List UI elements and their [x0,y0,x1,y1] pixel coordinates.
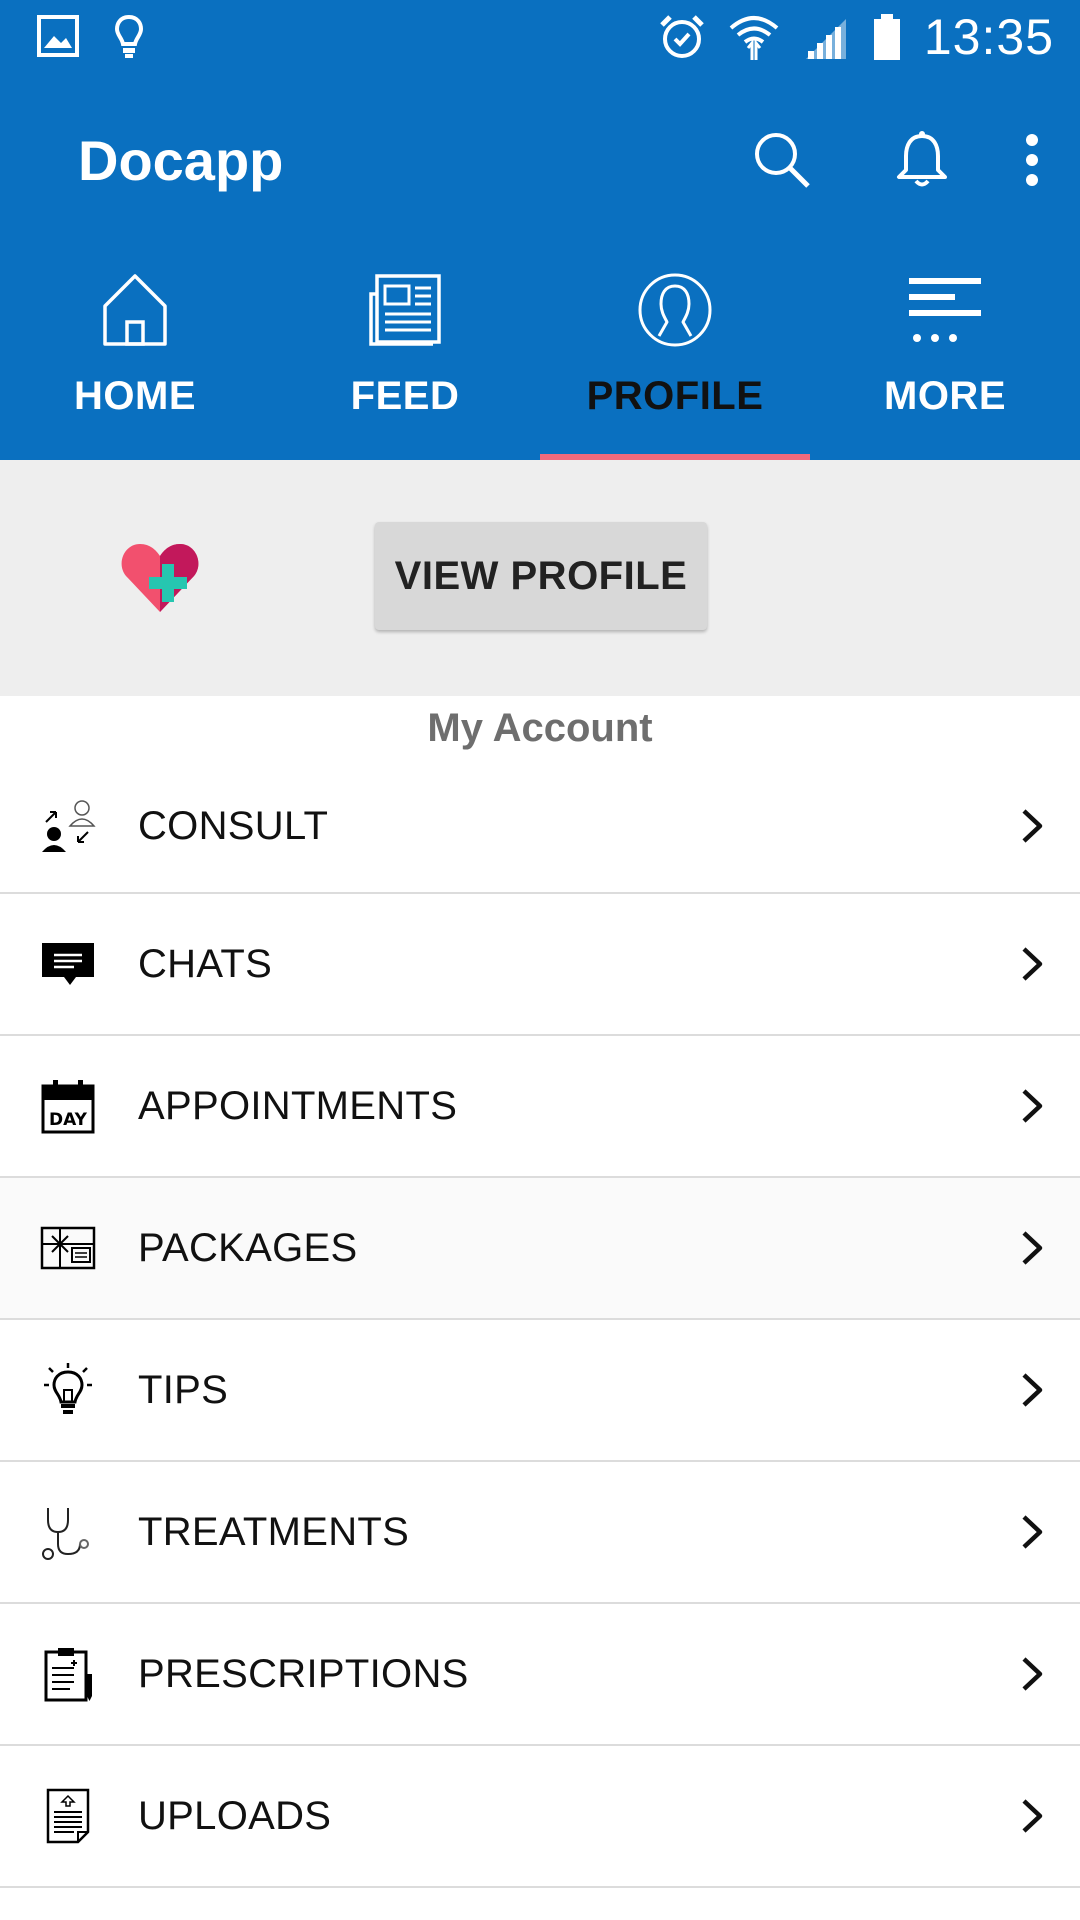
lightbulb-icon [38,1360,98,1420]
feed-icon [367,268,443,352]
tab-home[interactable]: HOME [0,240,270,460]
tab-profile[interactable]: PROFILE [540,240,810,460]
menu-item-label: PRESCRIPTIONS [138,1651,469,1696]
svg-text:DAY: DAY [49,1110,88,1130]
battery-icon [872,12,902,62]
calendar-day-icon: DAY [38,1076,98,1136]
tab-more[interactable]: MORE [810,240,1080,460]
signal-icon [802,13,850,61]
package-icon [38,1218,98,1278]
chevron-right-icon [1022,1089,1043,1123]
more-icon [907,268,983,352]
menu-item-label: TREATMENTS [138,1509,410,1554]
upload-document-icon [38,1786,98,1846]
status-bar: 13:35 [0,0,1080,80]
search-icon[interactable] [742,120,822,200]
menu-item-packages[interactable]: PACKAGES [0,1178,1080,1320]
menu-item-chats[interactable]: CHATS [0,894,1080,1036]
menu-item-treatments[interactable]: TREATMENTS [0,1462,1080,1604]
consult-icon [38,796,98,856]
chat-icon [38,934,98,994]
tab-bar: HOME FEED PROFILE MORE [0,240,1080,460]
chevron-right-icon [1022,1799,1043,1833]
menu-item-label: APPOINTMENTS [138,1083,458,1128]
tab-label: MORE [884,374,1006,418]
menu-item-tips[interactable]: TIPS [0,1320,1080,1462]
view-profile-button[interactable]: VIEW PROFILE [375,522,707,630]
chevron-right-icon [1022,1373,1043,1407]
menu-item-appointments[interactable]: DAY APPOINTMENTS [0,1036,1080,1178]
app-toolbar: Docapp [0,80,1080,240]
lightbulb-icon [114,14,144,60]
menu-item-consult[interactable]: CONSULT [0,760,1080,894]
chevron-right-icon [1022,1657,1043,1691]
home-icon [100,268,170,352]
chevron-right-icon [1022,1231,1043,1265]
menu-item-label: PACKAGES [138,1225,358,1270]
menu-item-label: CONSULT [138,803,329,848]
tab-label: PROFILE [586,374,764,418]
tab-feed[interactable]: FEED [270,240,540,460]
wifi-icon [728,12,780,62]
overflow-menu-icon[interactable] [1012,120,1052,200]
chevron-right-icon [1022,947,1043,981]
heart-plus-logo [120,540,200,621]
account-menu: CONSULT CHATS DAY APPOINTMENTS PACKAGES … [0,760,1080,1888]
tab-label: HOME [74,374,196,418]
section-title: My Account [427,706,653,750]
menu-item-prescriptions[interactable]: PRESCRIPTIONS [0,1604,1080,1746]
status-time: 13:35 [923,9,1054,65]
profile-icon [637,268,713,352]
prescription-icon [38,1644,98,1704]
app-title: Docapp [78,129,284,192]
app-root: 13:35 Docapp HOME FEED PROFILE MORE VIEW… [0,0,1080,1920]
chevron-right-icon [1022,1515,1043,1549]
menu-item-uploads[interactable]: UPLOADS [0,1746,1080,1888]
alarm-icon [658,13,706,61]
menu-item-label: UPLOADS [138,1793,332,1838]
menu-item-label: TIPS [138,1367,229,1412]
tab-label: FEED [350,374,460,418]
image-icon [36,14,80,60]
bell-icon[interactable] [882,120,962,200]
profile-header: VIEW PROFILE [0,460,1080,696]
chevron-right-icon [1022,809,1043,843]
stethoscope-icon [38,1502,98,1562]
menu-item-label: CHATS [138,941,273,986]
